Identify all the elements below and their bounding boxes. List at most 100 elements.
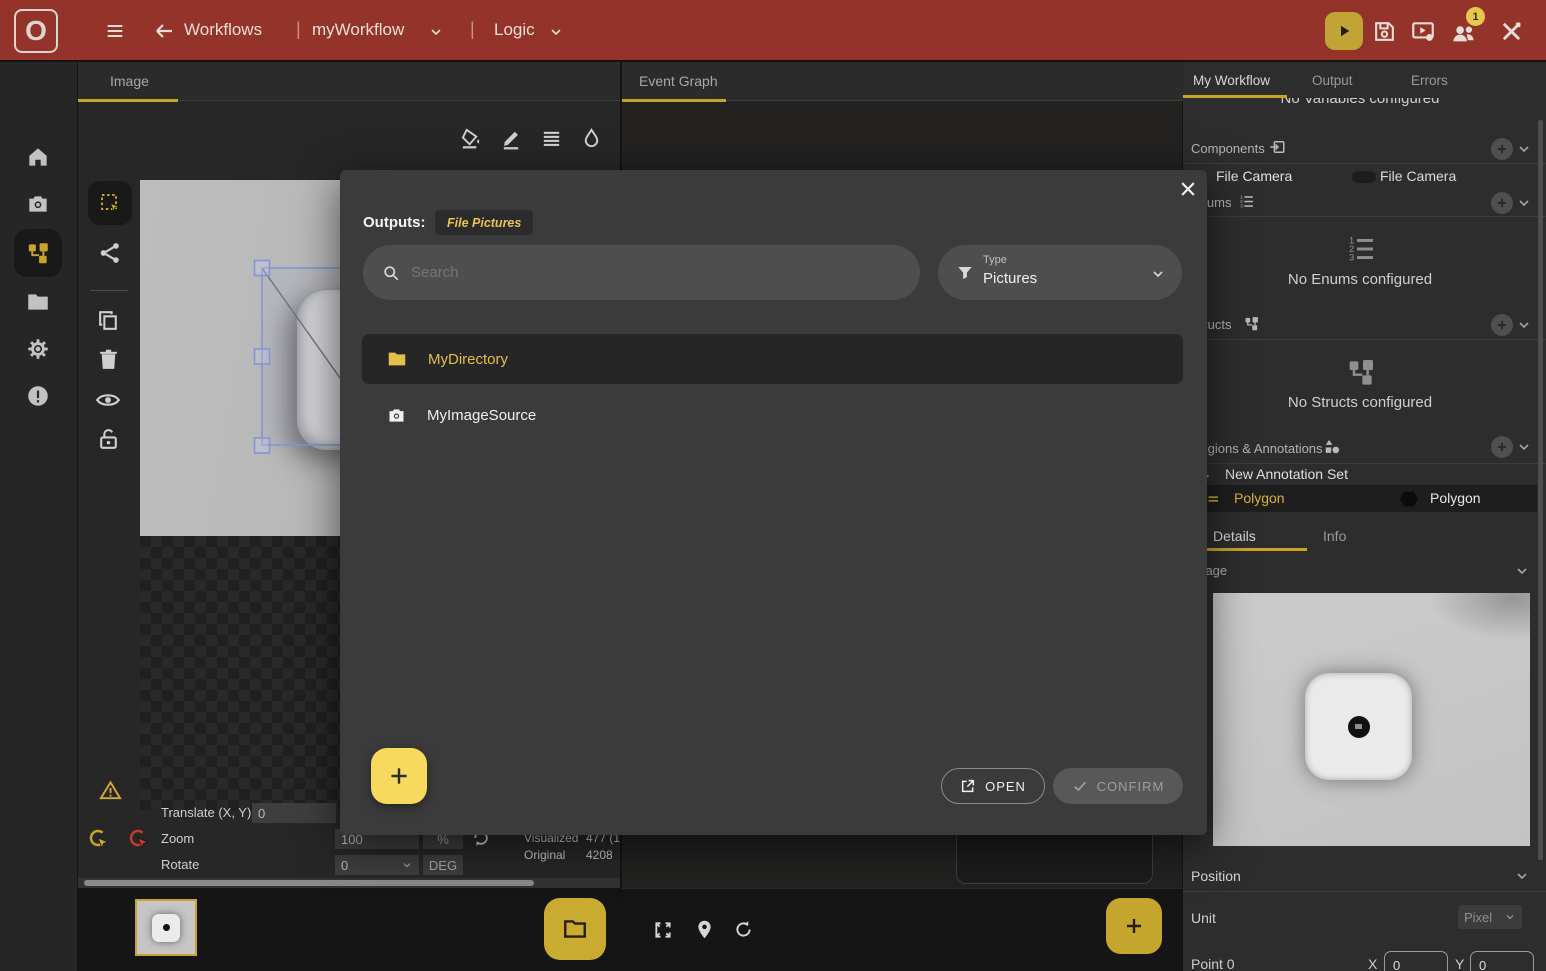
display-settings-icon[interactable]: [1410, 19, 1436, 45]
share-nodes-tool-icon[interactable]: [97, 240, 123, 266]
confirm-button[interactable]: CONFIRM: [1053, 768, 1183, 804]
workflow-nodes-icon: [25, 240, 51, 266]
add-region-button[interactable]: [1491, 436, 1513, 458]
layers-lines-tool-icon[interactable]: [540, 127, 563, 150]
enums-divider: [1183, 216, 1546, 217]
add-node-button[interactable]: [1106, 898, 1162, 954]
top-bar: O Workflows | myWorkflow | Logic: [0, 0, 1546, 62]
confirm-button-label: CONFIRM: [1097, 779, 1165, 794]
location-pin-icon[interactable]: [694, 919, 715, 940]
back-arrow-icon[interactable]: [152, 19, 176, 43]
logo-letter: O: [25, 15, 47, 47]
save-link-icon[interactable]: [1372, 19, 1397, 44]
click-select-red-icon[interactable]: [127, 827, 151, 851]
component-toggle[interactable]: [1352, 171, 1376, 183]
sidebar-item-workflow-active[interactable]: [14, 229, 62, 277]
no-enums-text: No Enums configured: [1183, 271, 1537, 288]
annotation-set-name[interactable]: New Annotation Set: [1225, 466, 1348, 482]
modal-close-icon[interactable]: [1178, 179, 1198, 199]
fill-bucket-tool-icon[interactable]: [460, 127, 483, 150]
search-field[interactable]: [363, 245, 920, 300]
filter-chip[interactable]: File Pictures: [435, 210, 533, 235]
add-output-fab[interactable]: [371, 748, 427, 804]
position-collapse-icon[interactable]: [1514, 868, 1530, 884]
canvas-hscrollbar[interactable]: [78, 878, 620, 888]
sidebar-item-settings[interactable]: [25, 336, 51, 362]
position-section-label: Position: [1191, 868, 1241, 884]
folder-icon: [386, 348, 408, 370]
list-item-directory[interactable]: MyDirectory: [362, 334, 1183, 384]
right-panel-scrollbar[interactable]: [1538, 120, 1543, 860]
point0-x-input[interactable]: 0: [1384, 951, 1448, 971]
plus-icon: [1122, 914, 1146, 938]
tab-info[interactable]: Info: [1323, 528, 1346, 544]
pencil-tool-icon[interactable]: [500, 127, 523, 150]
open-folder-button[interactable]: [544, 898, 606, 960]
tab-event-graph[interactable]: Event Graph: [639, 73, 718, 89]
point0-y-label: Y: [1455, 956, 1464, 971]
rotate-chevron-icon: [401, 859, 413, 871]
sidebar-item-alerts[interactable]: [25, 383, 51, 409]
filmstrip-thumbnail[interactable]: [135, 899, 197, 956]
hscrollbar-thumb[interactable]: [84, 880, 534, 886]
droplet-tool-icon[interactable]: [580, 127, 603, 150]
app-logo[interactable]: O: [14, 9, 58, 53]
tab-output[interactable]: Output: [1312, 73, 1353, 88]
run-button[interactable]: [1325, 12, 1363, 50]
polygon-row[interactable]: Polygon Polygon: [1183, 485, 1537, 512]
structs-divider: [1183, 339, 1546, 340]
list-item-name: MyImageSource: [427, 407, 536, 424]
mode-menu[interactable]: Logic: [494, 20, 535, 40]
add-enum-button[interactable]: [1491, 192, 1513, 214]
workflow-chevron-down-icon[interactable]: [428, 24, 444, 40]
components-collapse-icon[interactable]: [1516, 141, 1532, 157]
unit-select[interactable]: Pixel: [1458, 905, 1522, 929]
duplicate-tool-icon[interactable]: [96, 308, 121, 333]
unit-chevron-icon: [1504, 911, 1516, 923]
right-panel: No Variables configured My Workflow Outp…: [1183, 62, 1546, 971]
delete-tool-icon[interactable]: [96, 347, 121, 372]
visibility-tool-icon[interactable]: [95, 387, 121, 413]
structs-collapse-icon[interactable]: [1516, 317, 1532, 333]
sidebar-item-camera[interactable]: [25, 191, 51, 217]
fit-view-icon[interactable]: [653, 920, 673, 940]
list-item-image-source[interactable]: MyImageSource: [362, 390, 1183, 440]
rotate-select[interactable]: 0: [335, 855, 419, 875]
detail-image-preview[interactable]: [1213, 593, 1530, 846]
components-section-label: Components: [1191, 141, 1265, 156]
select-tool-active[interactable]: [88, 181, 132, 225]
lock-tool-icon[interactable]: [96, 427, 121, 452]
components-icon: [1268, 138, 1286, 156]
component-name[interactable]: File Camera: [1216, 168, 1292, 184]
tab-details[interactable]: Details: [1213, 528, 1256, 544]
open-in-new-icon: [960, 778, 976, 794]
thumbnail-object: [152, 914, 180, 942]
click-select-yellow-icon[interactable]: [87, 827, 111, 851]
add-component-button[interactable]: [1491, 138, 1513, 160]
structs-icon: [1243, 315, 1260, 332]
translate-input[interactable]: 0: [252, 803, 336, 823]
sidebar-item-home[interactable]: [25, 144, 51, 170]
add-struct-button[interactable]: [1491, 314, 1513, 336]
type-filter-dropdown[interactable]: Type Pictures: [938, 245, 1182, 300]
tab-errors[interactable]: Errors: [1411, 73, 1448, 88]
open-button[interactable]: OPEN: [941, 768, 1045, 804]
crossed-tools-icon[interactable]: [1499, 19, 1524, 44]
breadcrumb-workflows[interactable]: Workflows: [184, 20, 262, 40]
sidebar-item-files[interactable]: [25, 289, 51, 315]
refresh-icon[interactable]: [733, 919, 754, 940]
hamburger-menu-icon[interactable]: [104, 20, 126, 42]
workflow-name-menu[interactable]: myWorkflow: [312, 20, 404, 40]
tab-my-workflow-underline: [1183, 95, 1287, 98]
structs-empty-icon: [1345, 356, 1377, 388]
search-input[interactable]: [411, 264, 902, 281]
enums-collapse-icon[interactable]: [1516, 195, 1532, 211]
plus-icon: [386, 763, 412, 789]
tab-image[interactable]: Image: [110, 73, 149, 89]
regions-collapse-icon[interactable]: [1516, 439, 1532, 455]
tab-event-graph-underline: [622, 99, 726, 102]
tab-my-workflow[interactable]: My Workflow: [1193, 73, 1270, 88]
point0-y-input[interactable]: 0: [1470, 951, 1534, 971]
image-section-collapse-icon[interactable]: [1514, 563, 1530, 579]
mode-chevron-down-icon[interactable]: [548, 24, 564, 40]
